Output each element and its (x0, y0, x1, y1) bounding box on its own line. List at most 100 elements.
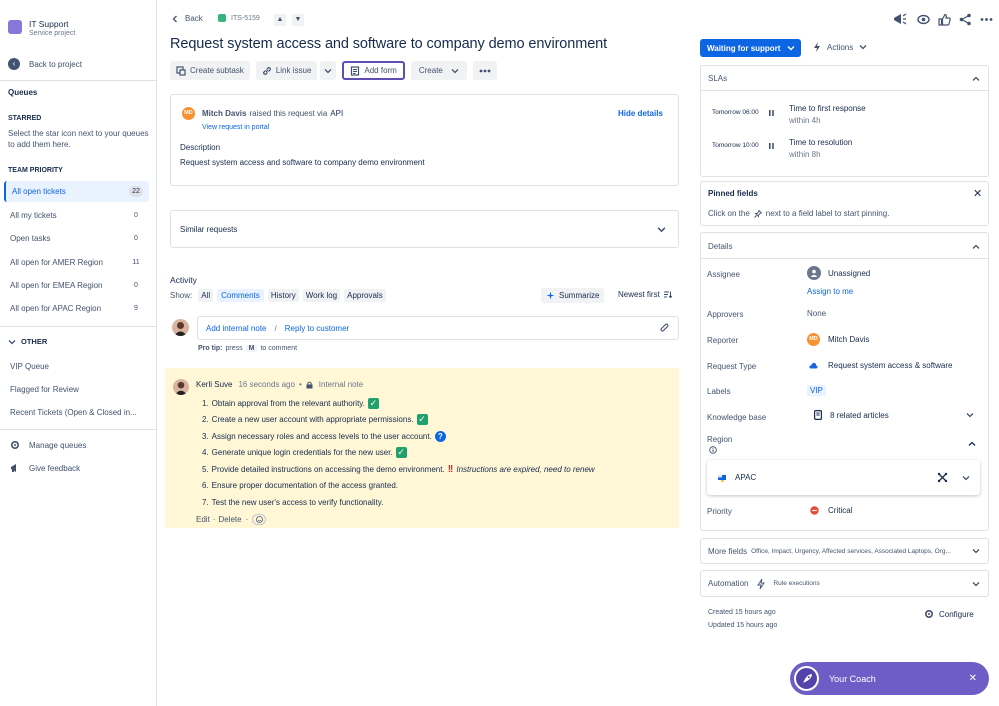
comment-composer[interactable]: Add internal note / Reply to customer (197, 316, 679, 340)
chevron-up-icon[interactable] (972, 75, 980, 83)
region-dropdown[interactable]: APAC (707, 460, 980, 495)
add-internal-note-button[interactable]: Add internal note (206, 324, 267, 333)
queue-count: 0 (134, 235, 138, 242)
filter-all[interactable]: All (198, 289, 214, 302)
description-text[interactable]: Request system access and software to co… (180, 158, 425, 167)
avatar[interactable]: MD (182, 107, 195, 120)
actions-dropdown[interactable]: Actions (813, 42, 867, 52)
summarize-button[interactable]: Summarize (541, 288, 605, 303)
queue-recent-tickets[interactable]: Recent Tickets (Open & Closed in... (10, 408, 137, 417)
emoji-reaction-icon[interactable] (252, 514, 267, 525)
chevron-down-icon (787, 44, 795, 52)
filter-history[interactable]: History (267, 289, 299, 302)
more-icon[interactable] (980, 13, 993, 26)
issue-toolbar: Create subtask Link issue Add form Creat… (170, 61, 497, 80)
filter-comments[interactable]: Comments (217, 289, 264, 302)
queue-open-tasks[interactable]: Open tasks 0 (4, 228, 149, 249)
queue-vip[interactable]: VIP Queue (10, 362, 49, 371)
filter-work-log[interactable]: Work log (302, 289, 341, 302)
knowledge-base-value: 8 related articles (830, 410, 889, 420)
close-icon[interactable]: ✕ (973, 187, 982, 200)
back-button[interactable]: Back (171, 14, 203, 23)
edit-comment-button[interactable]: Edit (196, 515, 210, 524)
more-actions-button[interactable] (472, 61, 497, 80)
project-name[interactable]: IT Support (29, 19, 69, 29)
request-raised-line: MD Mitch Davis raised this request via A… (182, 107, 343, 120)
filter-approvals[interactable]: Approvals (344, 289, 386, 302)
avatar[interactable] (173, 379, 189, 395)
watch-eye-icon[interactable] (917, 13, 930, 26)
step-number: 1. (202, 398, 209, 408)
divider (0, 80, 156, 81)
share-icon[interactable] (959, 13, 972, 26)
megaphone-icon (10, 463, 20, 473)
close-icon[interactable]: ✕ (969, 673, 977, 684)
hide-details-button[interactable]: Hide details (618, 109, 663, 118)
chevron-down-icon (972, 547, 980, 555)
more-fields-panel[interactable]: More fields Office, Impact, Urgency, Aff… (700, 538, 989, 564)
queue-amer-region[interactable]: All open for AMER Region 11 (4, 252, 149, 273)
automation-panel[interactable]: Automation Rule executions (700, 570, 989, 597)
chevron-down-icon (324, 67, 332, 75)
megaphone-icon[interactable] (893, 13, 907, 26)
label-tag[interactable]: VIP (807, 385, 826, 396)
step-text: Create a new user account with appropria… (211, 415, 414, 425)
action-separator: · (245, 515, 249, 524)
thumbs-up-icon[interactable] (938, 13, 951, 26)
similar-requests-panel[interactable]: Similar requests (170, 210, 679, 248)
project-logo[interactable] (8, 20, 22, 34)
create-button[interactable]: Create (410, 61, 467, 80)
activity-title: Activity (170, 275, 197, 285)
lightning-icon (813, 42, 821, 52)
other-section-toggle[interactable]: OTHER (8, 337, 47, 346)
view-in-portal-link[interactable]: View request in portal (202, 124, 269, 131)
queue-flagged-for-review[interactable]: Flagged for Review (10, 385, 79, 394)
attachment-icon[interactable] (659, 323, 670, 334)
create-subtask-button[interactable]: Create subtask (170, 61, 250, 80)
link-issue-button[interactable]: Link issue (255, 61, 318, 80)
issue-key-link[interactable]: ITS-5159 (218, 14, 260, 22)
assignee-field[interactable]: Unassigned (807, 266, 870, 280)
back-to-project-link[interactable]: ‹ Back to project (8, 57, 148, 71)
sla-name: Time to first response (789, 104, 866, 113)
sort-icon (663, 290, 672, 299)
delete-comment-button[interactable]: Delete (218, 515, 241, 524)
assign-to-me-link[interactable]: Assign to me (807, 287, 853, 296)
reporter-name[interactable]: Mitch Davis (202, 109, 246, 118)
request-type-field[interactable]: Request system access & software (809, 361, 953, 370)
give-feedback-link[interactable]: Give feedback (10, 463, 80, 473)
queue-apac-region[interactable]: All open for APAC Region 9 (4, 298, 149, 319)
chevron-down-icon[interactable] (962, 474, 970, 482)
question-mark-icon: ? (434, 430, 446, 442)
sort-order-button[interactable]: Newest first (618, 290, 672, 299)
chevron-up-icon[interactable] (968, 440, 976, 448)
info-icon[interactable] (709, 446, 717, 454)
knowledge-base-label: Knowledge base (707, 413, 767, 422)
queue-emea-region[interactable]: All open for EMEA Region 0 (4, 275, 149, 296)
link-icon (262, 66, 272, 76)
coach-widget[interactable]: Your Coach ✕ (790, 662, 989, 695)
clear-selection-icon[interactable] (937, 472, 948, 483)
sla-within: within 4h (789, 116, 821, 125)
reply-to-customer-button[interactable]: Reply to customer (285, 324, 349, 333)
add-form-button[interactable]: Add form (342, 61, 405, 80)
divider (701, 90, 988, 91)
comment-author[interactable]: Kerli Suve (196, 380, 232, 389)
issue-title[interactable]: Request system access and software to co… (170, 36, 607, 52)
priority-field[interactable]: Critical (810, 506, 852, 515)
reporter-field[interactable]: MD Mitch Davis (807, 333, 869, 346)
queue-count: 11 (132, 259, 140, 266)
queue-all-open-tickets[interactable]: All open tickets 22 (4, 181, 149, 202)
previous-issue-button[interactable]: ▲ (274, 14, 286, 26)
queue-all-my-tickets[interactable]: All my tickets 0 (4, 205, 149, 226)
knowledge-base-field[interactable]: 8 related articles (814, 410, 974, 420)
avatar[interactable] (172, 319, 189, 336)
approvers-value[interactable]: None (807, 309, 826, 318)
give-feedback-label: Give feedback (29, 463, 81, 473)
chevron-up-icon[interactable] (972, 243, 980, 251)
status-dropdown[interactable]: Waiting for support (700, 39, 801, 57)
next-issue-button[interactable]: ▼ (292, 14, 304, 26)
manage-queues-link[interactable]: Manage queues (10, 440, 86, 450)
configure-button[interactable]: Configure (924, 609, 974, 619)
link-issue-dropdown[interactable] (320, 61, 337, 80)
